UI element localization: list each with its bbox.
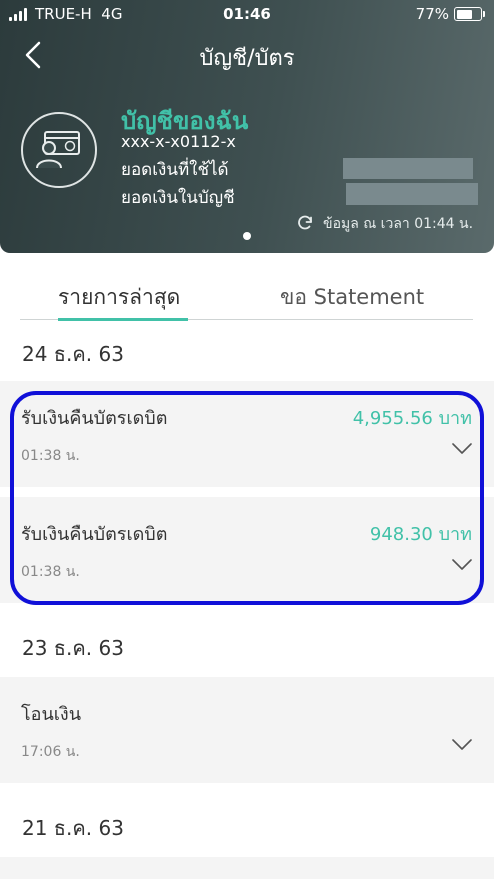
transaction-row[interactable] (0, 857, 494, 879)
chevron-down-icon[interactable] (452, 739, 472, 751)
back-button[interactable] (16, 38, 50, 72)
transaction-amount: 948.30 บาท (369, 524, 472, 545)
transaction-time: 17:06 น. (21, 744, 80, 760)
account-number: xxx-x-x0112-x (121, 132, 236, 151)
status-bar: TRUE-H 4G 01:46 77% (0, 0, 494, 28)
account-balance-label: ยอดเงินในบัญชี (121, 188, 235, 208)
signal-icon (9, 8, 27, 21)
account-header: TRUE-H 4G 01:46 77% บัญชี/บัตร บัญชีของฉ… (0, 0, 494, 253)
tab-bar: รายการล่าสุด ขอ Statement (20, 275, 473, 321)
battery-fill (456, 9, 472, 19)
page-title: บัญชี/บัตร (199, 46, 295, 71)
active-tab-indicator (58, 318, 188, 321)
carrier-label: TRUE-H 4G (35, 5, 122, 23)
account-card-user-icon (21, 112, 97, 188)
chevron-down-icon[interactable] (452, 559, 472, 571)
transaction-row[interactable]: รับเงินคืนบัตรเดบิต 948.30 บาท 01:38 น. (0, 497, 494, 603)
refresh-icon[interactable] (296, 214, 314, 232)
transaction-row[interactable]: โอนเงิน 17:06 น. (0, 677, 494, 783)
available-balance-label: ยอดเงินที่ใช้ได้ (121, 160, 229, 180)
transaction-name: รับเงินคืนบัตรเดบิต (21, 524, 168, 545)
transaction-amount: 4,955.56 บาท (352, 408, 472, 429)
data-timestamp: ข้อมูล ณ เวลา 01:44 น. (323, 216, 474, 232)
battery-percent: 77% (415, 5, 449, 23)
network-type: 4G (101, 5, 123, 23)
date-header: 24 ธ.ค. 63 (22, 342, 124, 366)
account-balance-redacted (346, 183, 478, 205)
transaction-row[interactable]: รับเงินคืนบัตรเดบิต 4,955.56 บาท 01:38 น… (0, 381, 494, 487)
transaction-time: 01:38 น. (21, 448, 80, 464)
chevron-down-icon[interactable] (452, 443, 472, 455)
transaction-name: รับเงินคืนบัตรเดบิต (21, 408, 168, 429)
transaction-time: 01:38 น. (21, 564, 80, 580)
date-header: 23 ธ.ค. 63 (22, 636, 124, 660)
carrier-name: TRUE-H (35, 5, 92, 23)
transaction-name: โอนเงิน (21, 704, 82, 725)
battery-icon (454, 7, 485, 21)
tab-request-statement[interactable]: ขอ Statement (280, 281, 424, 314)
tab-recent-transactions[interactable]: รายการล่าสุด (58, 281, 180, 314)
chevron-left-icon (25, 41, 41, 69)
available-balance-redacted (343, 158, 473, 179)
date-header: 21 ธ.ค. 63 (22, 816, 124, 840)
page-indicator-dot (243, 232, 251, 240)
